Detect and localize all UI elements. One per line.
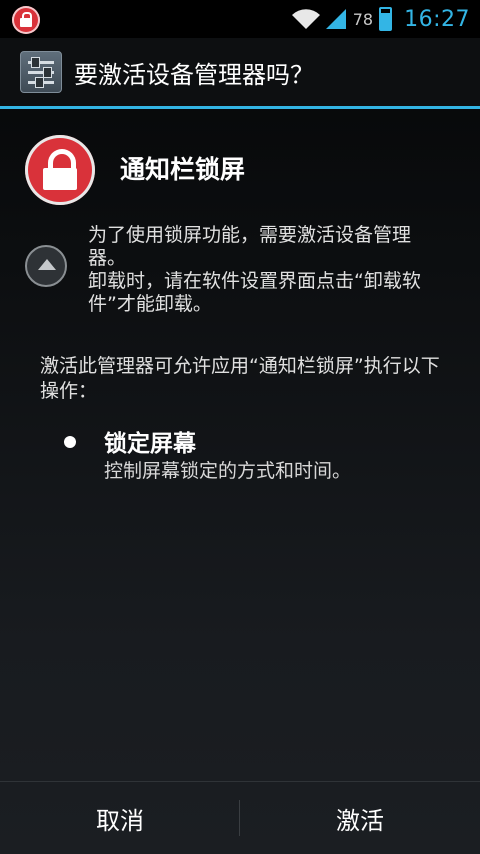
policy-description: 控制屏幕锁定的方式和时间。: [104, 460, 352, 482]
page-title: 要激活设备管理器吗？: [74, 60, 314, 89]
settings-sliders-icon: [20, 51, 62, 93]
dialog-title-bar: 要激活设备管理器吗？: [0, 38, 480, 106]
description-line: 为了使用锁屏功能，需要激活设备管理器。: [88, 224, 412, 269]
signal-icon: [325, 9, 346, 29]
clock: 16:27: [404, 6, 470, 32]
activate-button[interactable]: 激活: [240, 782, 480, 854]
lock-icon: [25, 135, 95, 205]
policy-title: 锁定屏幕: [104, 431, 196, 457]
title-divider: [0, 106, 480, 109]
description-line: 卸载时，请在软件设置界面点击“卸载软件”才能卸载。: [88, 270, 421, 315]
chevron-up-icon[interactable]: [25, 245, 67, 287]
battery-icon: [379, 7, 393, 31]
cancel-button[interactable]: 取消: [0, 782, 240, 854]
app-name: 通知栏锁屏: [120, 155, 246, 184]
status-bar: 78 16:27: [0, 0, 480, 38]
bullet-icon: [64, 436, 76, 448]
button-divider: [239, 800, 240, 836]
permission-warning: 激活此管理器可允许应用“通知栏锁屏”执行以下操作：: [40, 355, 440, 402]
wifi-icon: [291, 9, 320, 30]
app-description: 为了使用锁屏功能，需要激活设备管理器。 卸载时，请在软件设置界面点击“卸载软件”…: [88, 224, 448, 316]
lock-icon: [12, 6, 40, 34]
button-bar: 取消 激活: [0, 781, 480, 854]
status-icons: 78 16:27: [291, 0, 470, 38]
battery-level: 78: [352, 9, 374, 29]
